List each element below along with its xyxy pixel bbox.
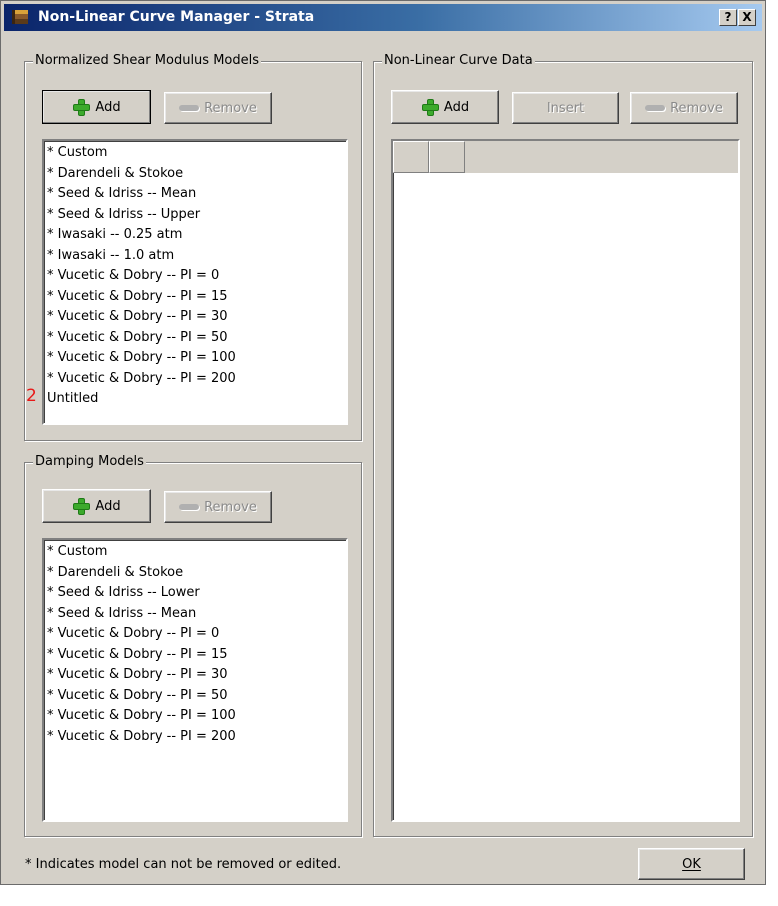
window-title: Non-Linear Curve Manager - Strata <box>38 9 315 25</box>
shear-model-list[interactable]: * Custom * Darendeli & Stokoe * Seed & Idr… <box>42 139 348 425</box>
table-header-column[interactable] <box>429 141 465 173</box>
shear-modulus-group-title: Normalized Shear Modulus Models <box>33 53 262 68</box>
plus-icon <box>421 98 439 116</box>
close-button[interactable]: X <box>738 9 756 26</box>
list-item[interactable]: * Vucetic & Dobry -- PI = 200 <box>47 727 343 748</box>
list-item[interactable]: * Iwasaki -- 1.0 atm <box>47 246 343 267</box>
ok-button[interactable]: OK <box>638 848 745 880</box>
curve-remove-button[interactable]: Remove <box>630 92 738 124</box>
list-item[interactable]: * Vucetic & Dobry -- PI = 200 <box>47 369 343 390</box>
minus-icon <box>179 105 200 111</box>
minus-icon <box>645 105 666 111</box>
dialog-window: Non-Linear Curve Manager - Strata ? X No… <box>0 0 766 885</box>
shear-remove-label: Remove <box>204 100 257 116</box>
damping-remove-label: Remove <box>204 499 257 515</box>
table-header <box>393 141 738 173</box>
plus-icon <box>72 98 91 116</box>
list-item[interactable]: * Vucetic & Dobry -- PI = 50 <box>47 686 343 707</box>
curve-insert-label: Insert <box>546 100 585 116</box>
list-item[interactable]: * Vucetic & Dobry -- PI = 30 <box>47 307 343 328</box>
list-item[interactable]: * Custom <box>47 143 343 164</box>
shear-add-button[interactable]: Add <box>42 90 151 124</box>
damping-add-label: Add <box>95 498 121 514</box>
list-item[interactable]: * Darendeli & Stokoe <box>47 563 343 584</box>
damping-remove-button[interactable]: Remove <box>164 491 272 523</box>
list-item[interactable]: Untitled <box>47 389 343 410</box>
curve-add-label: Add <box>443 99 470 115</box>
curve-remove-label: Remove <box>670 100 723 116</box>
list-item[interactable]: * Seed & Idriss -- Upper <box>47 205 343 226</box>
footer-note: * Indicates model can not be removed or … <box>25 857 342 872</box>
list-item[interactable]: * Seed & Idriss -- Mean <box>47 184 343 205</box>
list-item[interactable]: * Iwasaki -- 0.25 atm <box>47 225 343 246</box>
damping-group-title: Damping Models <box>33 454 146 469</box>
list-item[interactable]: * Vucetic & Dobry -- PI = 100 <box>47 706 343 727</box>
curve-add-button[interactable]: Add <box>391 90 499 124</box>
curve-data-group-title: Non-Linear Curve Data <box>382 53 535 68</box>
list-item[interactable]: * Vucetic & Dobry -- PI = 100 <box>47 348 343 369</box>
list-item[interactable]: * Vucetic & Dobry -- PI = 15 <box>47 287 343 308</box>
damping-model-list[interactable]: * Custom * Darendeli & Stokoe * Seed & Idr… <box>42 538 348 822</box>
damping-group: Damping Models Add Remove * Custom * Dare… <box>24 454 362 837</box>
shear-add-label: Add <box>95 99 121 115</box>
minus-icon <box>179 504 200 510</box>
strata-app-icon <box>12 10 28 24</box>
shear-modulus-group: Normalized Shear Modulus Models 1 Add Re… <box>24 53 362 441</box>
ok-label: OK <box>682 856 701 872</box>
list-item[interactable]: * Vucetic & Dobry -- PI = 0 <box>47 624 343 645</box>
list-item[interactable]: * Vucetic & Dobry -- PI = 50 <box>47 328 343 349</box>
curve-data-table[interactable] <box>391 139 740 822</box>
list-item[interactable]: * Vucetic & Dobry -- PI = 15 <box>47 645 343 666</box>
table-corner-cell[interactable] <box>393 141 429 173</box>
annotation-marker-2: 2 <box>26 386 37 406</box>
help-button[interactable]: ? <box>719 9 737 26</box>
curve-data-group: Non-Linear Curve Data 3 Add Insert Remov… <box>373 53 753 837</box>
list-item[interactable]: * Vucetic & Dobry -- PI = 0 <box>47 266 343 287</box>
damping-add-button[interactable]: Add <box>42 489 151 523</box>
list-item[interactable]: * Seed & Idriss -- Lower <box>47 583 343 604</box>
plus-icon <box>72 497 91 515</box>
list-item[interactable]: * Darendeli & Stokoe <box>47 164 343 185</box>
list-item[interactable]: * Seed & Idriss -- Mean <box>47 604 343 625</box>
title-bar[interactable]: Non-Linear Curve Manager - Strata ? X <box>4 4 762 31</box>
curve-insert-button[interactable]: Insert <box>512 92 619 124</box>
list-item[interactable]: * Vucetic & Dobry -- PI = 30 <box>47 665 343 686</box>
list-item[interactable]: * Custom <box>47 542 343 563</box>
shear-remove-button[interactable]: Remove <box>164 92 272 124</box>
